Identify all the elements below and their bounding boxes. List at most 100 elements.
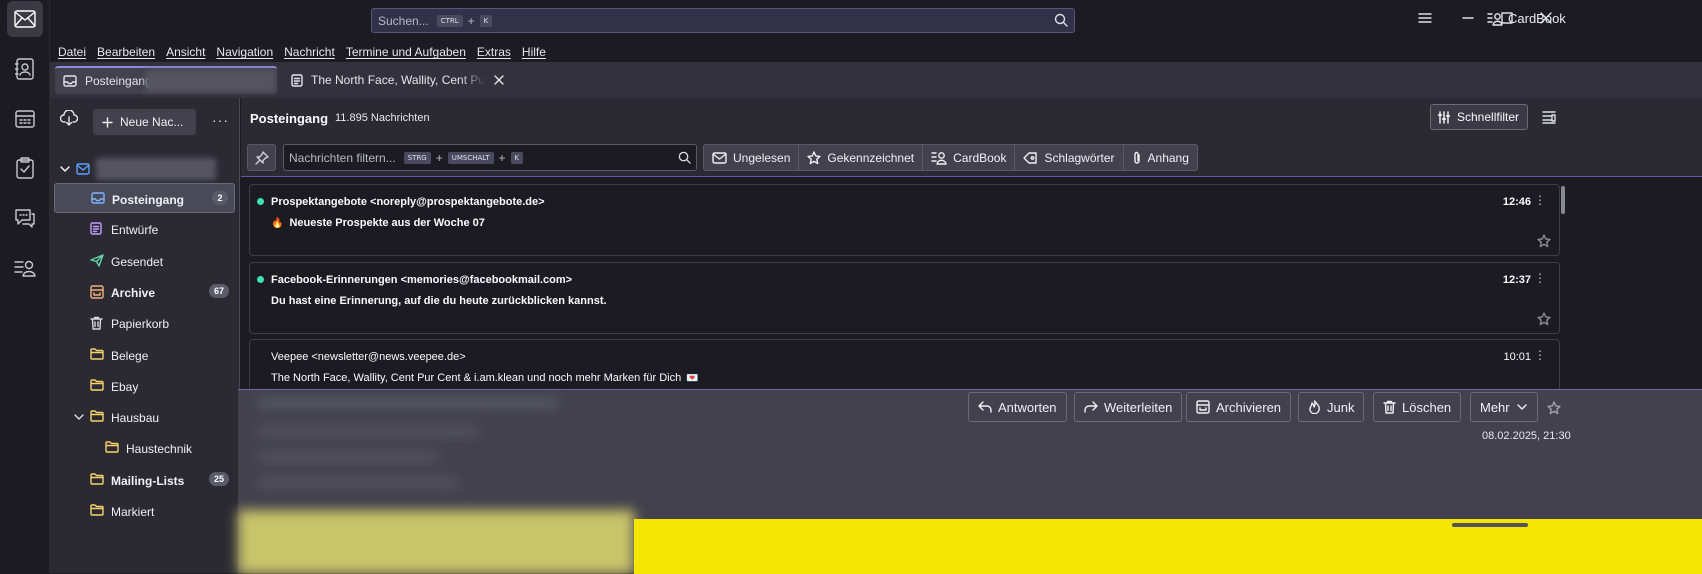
message-card[interactable]: Veepee <newsletter@news.veepee.de> The No… (249, 339, 1560, 389)
tab-bar: Posteingang The North Face, Wallity, Cen… (50, 62, 1702, 98)
tab-label: The North Face, Wallity, Cent Pur Ce (311, 73, 486, 87)
more-options-icon[interactable]: ⋮ (1534, 272, 1546, 284)
quick-filter-bar: Nachrichten filtern... STRG + UMSCHALT +… (241, 139, 1702, 177)
minimize-icon[interactable] (1461, 11, 1475, 25)
get-messages-icon[interactable] (60, 110, 78, 126)
folder-label: Mailing-Lists (111, 473, 185, 488)
folder-label: Gesendet (111, 254, 164, 269)
folder-item-posteingang[interactable]: Posteingang 2 (54, 183, 235, 213)
tab-posteingang[interactable]: Posteingang (55, 66, 277, 94)
app-menu-icon[interactable] (1418, 11, 1432, 25)
unread-dot-icon (257, 275, 264, 283)
folder-item-markiert[interactable]: Markiert (54, 496, 235, 526)
menu-extras[interactable]: Extras (477, 45, 511, 59)
subject-text: The North Face, Wallity, Cent Pur Cent &… (271, 372, 682, 384)
header-reply-button[interactable]: Antworten (968, 392, 1067, 422)
quick-filter-label: Schnellfilter (1457, 110, 1520, 124)
message-sender: Veepee <newsletter@news.veepee.de> (271, 351, 466, 363)
inbox-icon (63, 75, 77, 87)
star-icon[interactable] (1547, 401, 1561, 415)
folder-item-gesendet[interactable]: Gesendet (54, 246, 235, 276)
search-icon[interactable] (1054, 13, 1068, 27)
contact-icon (931, 151, 947, 165)
forward-icon (1084, 401, 1098, 413)
shortcut-key-umschalt: UMSCHALT (447, 151, 494, 164)
display-options-icon[interactable] (1542, 110, 1556, 124)
filter-messages-input[interactable]: Nachrichten filtern... STRG + UMSCHALT +… (283, 144, 697, 171)
header-forward-button[interactable]: Weiterleiten (1074, 392, 1183, 422)
filter-placeholder: Nachrichten filtern... (289, 150, 396, 165)
folder-item-hausbau[interactable]: Hausbau (54, 402, 235, 432)
header-button-label: Junk (1327, 399, 1355, 415)
folder-item-mailing-lists[interactable]: Mailing-Lists 25 (54, 465, 235, 495)
menu-bearbeiten[interactable]: Bearbeiten (97, 45, 155, 59)
filter-tags-button[interactable]: Schlagwörter (1014, 145, 1122, 170)
account-row[interactable] (60, 158, 216, 180)
pin-filter-button[interactable] (247, 144, 276, 171)
pin-icon (254, 150, 269, 165)
message-pane: Antworten Weiterleiten Archivieren Junk Lösc… (238, 389, 1702, 574)
folder-item-papierkorb[interactable]: Papierkorb (54, 308, 235, 338)
chevron-down-icon (1516, 401, 1528, 413)
calendar-space-button[interactable] (7, 101, 43, 137)
mail-space-button[interactable] (7, 1, 43, 37)
new-message-button[interactable]: Neue Nac... (93, 109, 196, 135)
folder-item-entwürfe[interactable]: Entwürfe (54, 214, 235, 244)
folder-icon (90, 347, 104, 360)
tasks-space-button[interactable] (7, 150, 43, 186)
subject-text: Du hast eine Erinnerung, auf die du heut… (271, 294, 607, 307)
folder-item-ebay[interactable]: Ebay (54, 371, 235, 401)
global-search-input[interactable]: Suchen... CTRL + K (371, 8, 1075, 33)
quick-filter-button[interactable]: Schnellfilter (1430, 104, 1528, 130)
subject-emoji: 🔥 (271, 218, 284, 229)
menu-hilfe[interactable]: Hilfe (522, 45, 546, 59)
menu-ansicht[interactable]: Ansicht (166, 45, 205, 59)
chevron-down-icon[interactable] (60, 164, 70, 174)
menu-nachricht[interactable]: Nachricht (284, 45, 335, 59)
folder-item-archive[interactable]: Archive 67 (54, 277, 235, 307)
message-count: 11.895 Nachrichten (335, 112, 430, 124)
menu-termine[interactable]: Termine und Aufgaben (346, 45, 466, 59)
tag-icon (1023, 151, 1038, 165)
filter-starred-button[interactable]: Gekennzeichnet (798, 145, 922, 170)
star-icon[interactable] (1537, 311, 1551, 326)
header-junk-button[interactable]: Junk (1298, 392, 1365, 422)
cardbook-toolbar-button[interactable]: CardBook (1487, 11, 1566, 26)
more-options-icon[interactable]: ⋮ (1534, 349, 1546, 361)
cardbook-space-button[interactable] (7, 250, 43, 286)
header-chevron-down-button[interactable]: Mehr (1470, 392, 1538, 422)
sent-icon (90, 253, 104, 267)
filter-attachment-button[interactable]: Anhang (1122, 145, 1197, 170)
menu-navigation[interactable]: Navigation (216, 45, 273, 59)
chat-space-button[interactable] (7, 200, 43, 236)
archive-icon (90, 285, 104, 299)
folder-item-haustechnik[interactable]: Haustechnik (54, 433, 235, 463)
scrollbar-thumb[interactable] (1561, 186, 1565, 214)
message-card[interactable]: Facebook-Erinnerungen <memories@facebook… (249, 261, 1560, 334)
address-book-space-button[interactable] (7, 51, 43, 87)
close-icon[interactable] (1539, 11, 1553, 25)
filter-starred-label: Gekennzeichnet (827, 150, 915, 165)
star-icon (807, 150, 822, 165)
message-card[interactable]: Prospektangebote <noreply@prospektangebo… (249, 184, 1560, 256)
filter-cardbook-button[interactable]: CardBook (922, 145, 1014, 170)
header-trash-button[interactable]: Löschen (1373, 392, 1462, 422)
more-options-icon[interactable]: ⋮ (1534, 194, 1546, 206)
trash-icon (1383, 400, 1396, 414)
folder-icon (90, 410, 104, 422)
filter-unread-button[interactable]: Ungelesen (704, 145, 798, 170)
folder-label: Haustechnik (126, 442, 193, 457)
more-options-icon[interactable]: ··· (212, 112, 229, 128)
menu-datei[interactable]: Datei (58, 45, 86, 59)
folder-icon (105, 441, 119, 454)
star-icon[interactable] (1537, 234, 1551, 248)
tab-message[interactable]: The North Face, Wallity, Cent Pur Ce (283, 66, 513, 94)
header-archive-button[interactable]: Archivieren (1186, 392, 1292, 422)
tab-close-icon[interactable] (494, 75, 504, 85)
maximize-icon[interactable] (1500, 11, 1514, 25)
chevron-down-icon[interactable] (74, 412, 84, 422)
folder-item-belege[interactable]: Belege (54, 340, 235, 370)
tab-label: Posteingang (85, 74, 152, 88)
message-subject: The North Face, Wallity, Cent Pur Cent &… (271, 372, 699, 384)
unread-dot-icon (257, 198, 264, 205)
